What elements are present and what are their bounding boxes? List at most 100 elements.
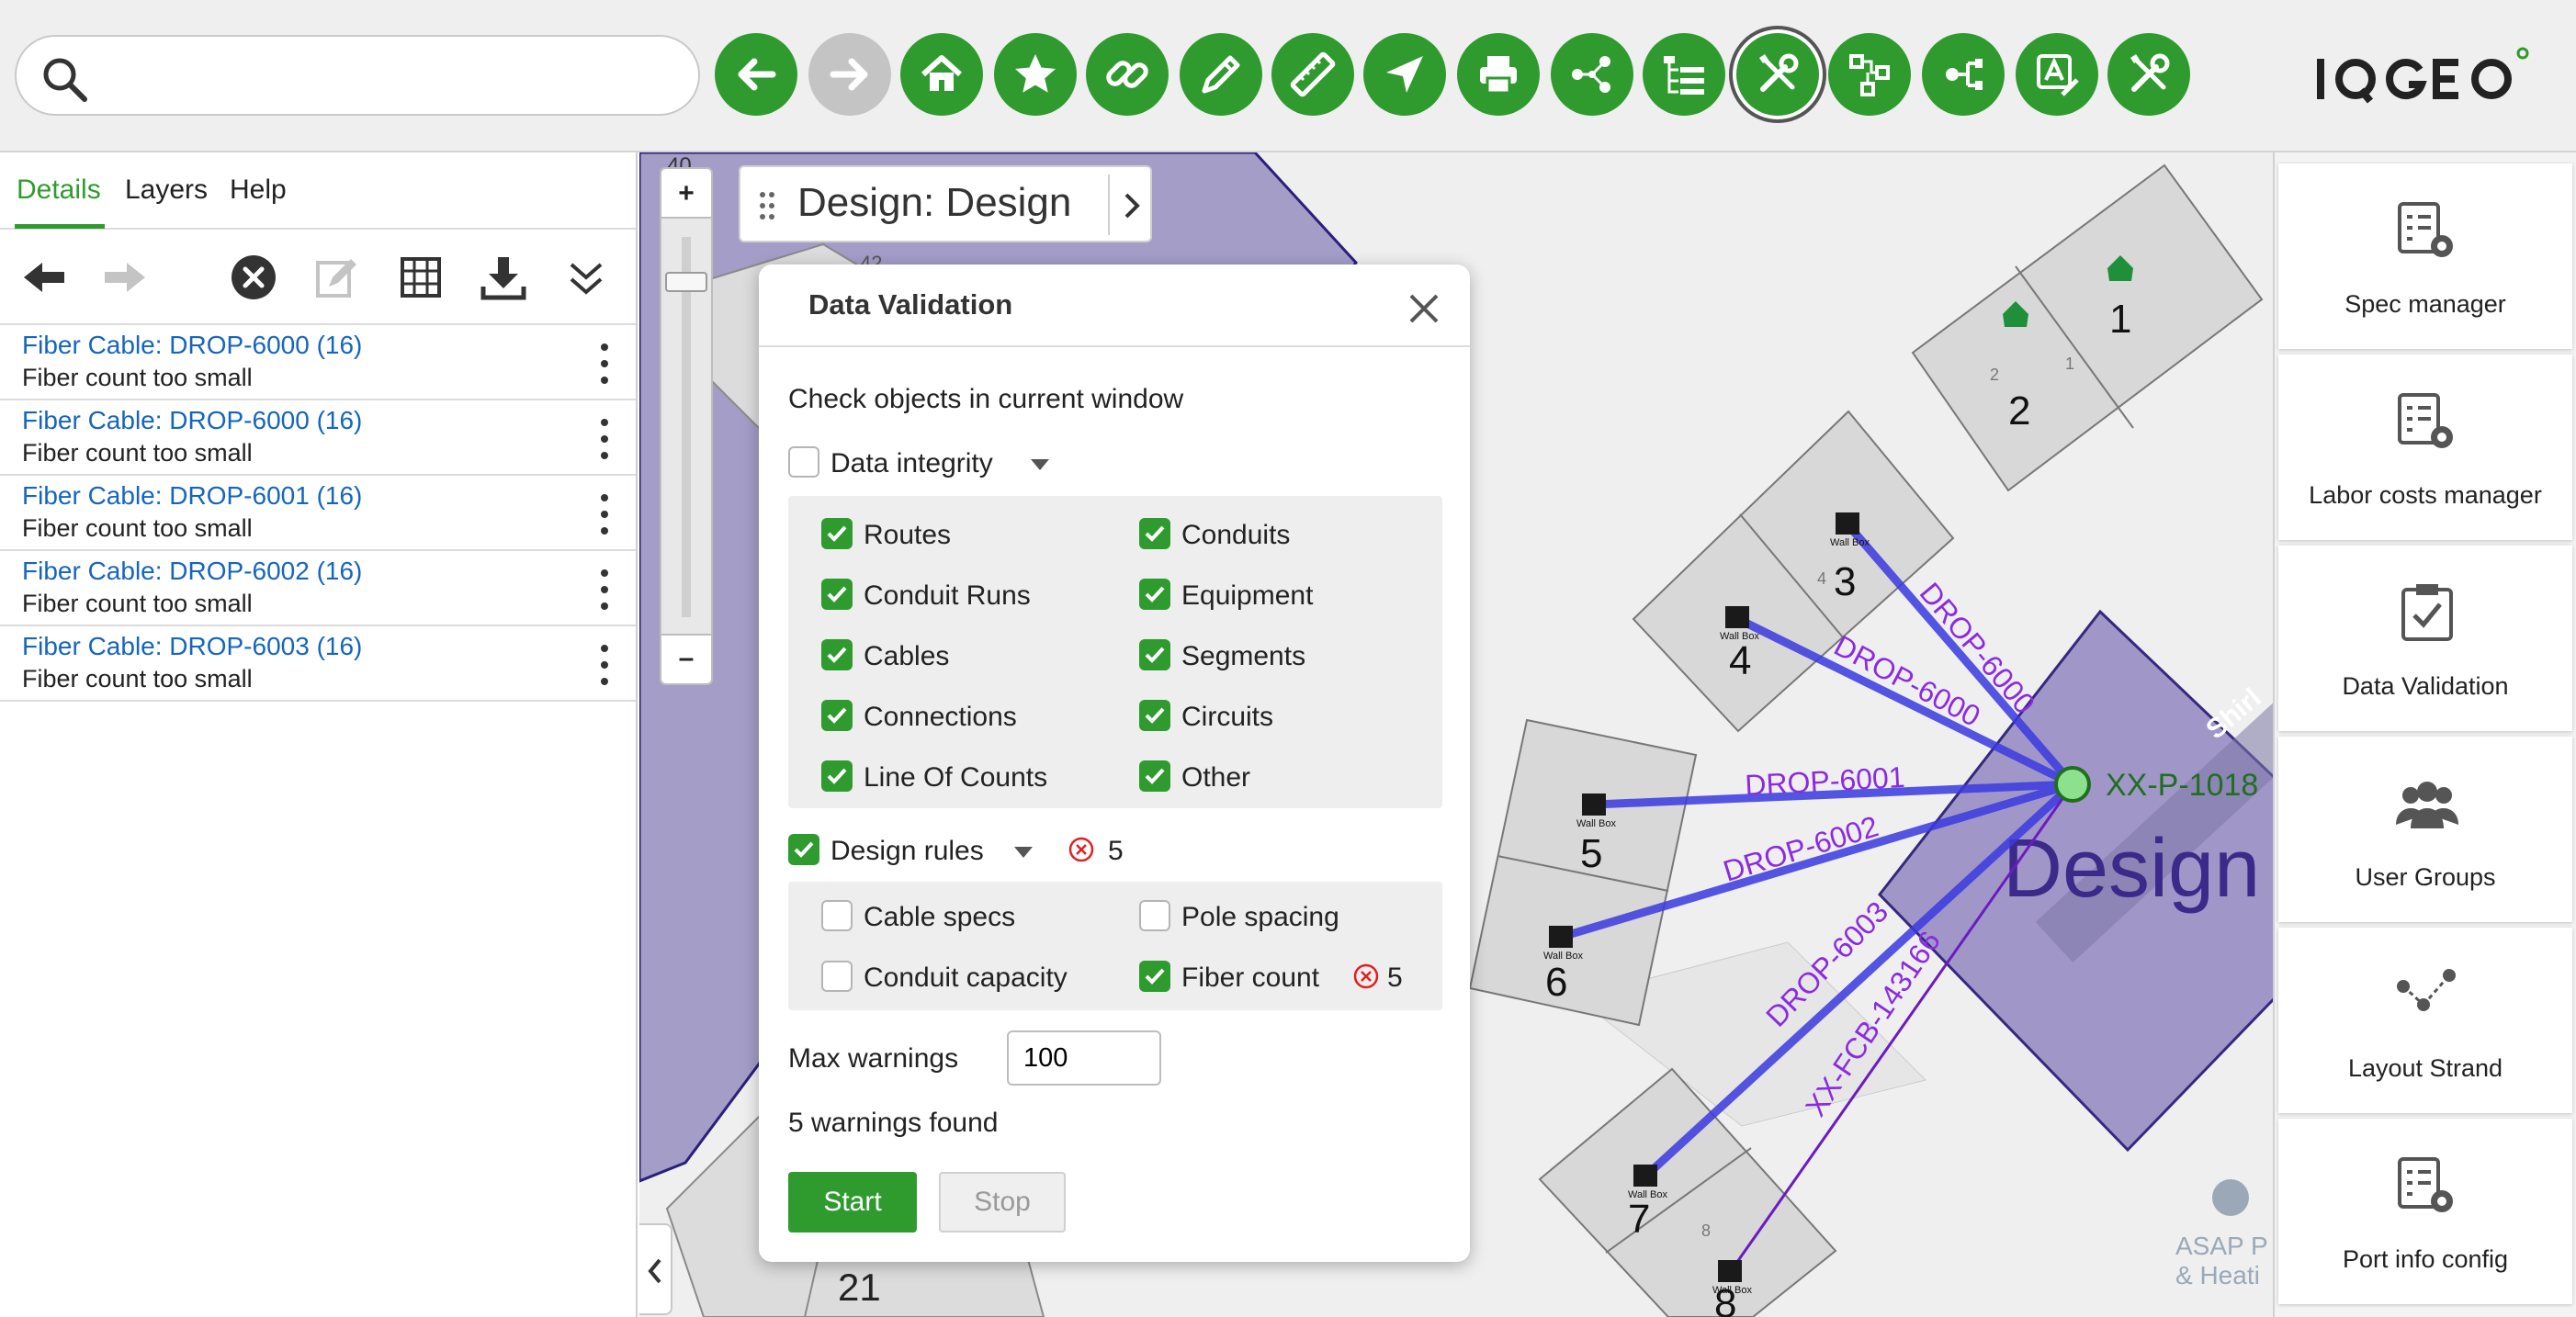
- other-checkbox[interactable]: [1139, 760, 1170, 792]
- port-info-config-card[interactable]: Port info config: [2278, 1119, 2572, 1304]
- cables-checkbox[interactable]: [821, 639, 853, 670]
- kebab-menu-icon[interactable]: [588, 566, 621, 613]
- zoom-slider-thumb[interactable]: [665, 272, 707, 292]
- data-validation-label: Data Validation: [2342, 672, 2509, 700]
- tree-button[interactable]: [1643, 33, 1725, 116]
- validation-check-icon: [2401, 584, 2453, 641]
- arrow-right-icon[interactable]: [101, 253, 149, 301]
- max-warnings-input[interactable]: [1007, 1030, 1161, 1086]
- line-of-counts-checkbox[interactable]: [821, 760, 853, 792]
- routes-checkbox[interactable]: [821, 518, 853, 549]
- map-label-3: 3: [1834, 559, 1856, 604]
- kebab-menu-icon[interactable]: [588, 641, 621, 689]
- annotate-button[interactable]: [2016, 33, 2098, 116]
- other-label: Other: [1181, 762, 1251, 793]
- layout-strand-card[interactable]: Layout Strand: [2278, 928, 2572, 1113]
- start-button[interactable]: Start: [788, 1172, 917, 1233]
- share-button[interactable]: [1551, 33, 1633, 116]
- zoom-out-button[interactable]: –: [661, 634, 711, 683]
- labor-costs-manager-card[interactable]: Labor costs manager: [2278, 355, 2572, 540]
- bookmarks-button[interactable]: [994, 33, 1077, 116]
- result-title[interactable]: Fiber Cable: DROP-6003 (16): [22, 632, 362, 661]
- kebab-menu-icon[interactable]: [588, 340, 621, 388]
- home-button[interactable]: [900, 33, 983, 116]
- arrow-left-icon[interactable]: [20, 253, 68, 301]
- connections-label: Connections: [864, 702, 1017, 732]
- print-button[interactable]: [1457, 33, 1540, 116]
- zoom-in-button[interactable]: +: [661, 169, 711, 219]
- edit-icon[interactable]: [312, 253, 360, 301]
- map-label-7: 7: [1628, 1197, 1650, 1242]
- caret-down-icon[interactable]: [1029, 457, 1051, 472]
- download-icon[interactable]: [480, 253, 527, 301]
- circuits-checkbox[interactable]: [1139, 700, 1170, 731]
- pole-spacing-checkbox[interactable]: [1139, 900, 1170, 931]
- segments-checkbox[interactable]: [1139, 639, 1170, 670]
- fiber-count-label: Fiber count: [1181, 962, 1320, 993]
- network-button[interactable]: [1828, 33, 1911, 116]
- kebab-menu-icon[interactable]: [588, 415, 621, 463]
- zoom-slider-track[interactable]: [682, 237, 691, 617]
- wallbox-label: Wall Box: [1576, 818, 1616, 829]
- conduits-checkbox[interactable]: [1139, 518, 1170, 549]
- edit-button[interactable]: [1180, 33, 1262, 116]
- result-row[interactable]: Fiber Cable: DROP-6000 (16) Fiber count t…: [0, 400, 636, 476]
- equipment-checkbox[interactable]: [1139, 579, 1170, 610]
- search-box[interactable]: [15, 35, 700, 116]
- conduit-capacity-checkbox[interactable]: [821, 961, 853, 992]
- conduit-runs-label: Conduit Runs: [864, 580, 1031, 611]
- wallbox-label: Wall Box: [1543, 951, 1583, 962]
- tab-layers[interactable]: Layers: [125, 174, 208, 206]
- connections-checkbox[interactable]: [821, 700, 853, 731]
- go-to-button[interactable]: [1363, 33, 1446, 116]
- spec-manager-card[interactable]: Spec manager: [2278, 163, 2572, 349]
- tools-2-button[interactable]: [2107, 33, 2190, 116]
- result-row[interactable]: Fiber Cable: DROP-6002 (16) Fiber count t…: [0, 551, 636, 626]
- design-rules-checkbox[interactable]: [788, 834, 819, 865]
- result-title[interactable]: Fiber Cable: DROP-6002 (16): [22, 557, 362, 586]
- close-icon[interactable]: [1404, 288, 1444, 329]
- forward-button[interactable]: [808, 33, 891, 116]
- search-input[interactable]: [105, 51, 674, 101]
- clear-results-icon[interactable]: [230, 253, 277, 301]
- kebab-menu-icon[interactable]: [588, 490, 621, 538]
- fiber-count-checkbox[interactable]: [1139, 961, 1170, 992]
- pole-marker[interactable]: [2054, 766, 2091, 803]
- wallbox-label: Wall Box: [1712, 1285, 1752, 1296]
- drag-handle-icon[interactable]: [759, 191, 775, 220]
- caret-down-icon[interactable]: [1012, 845, 1034, 860]
- active-tab-indicator: [15, 224, 105, 229]
- poi-marker[interactable]: [2212, 1179, 2249, 1216]
- tree-icon: [1664, 56, 1704, 95]
- cable-specs-checkbox[interactable]: [821, 900, 853, 931]
- data-integrity-checkbox[interactable]: [788, 446, 819, 478]
- map-label-sub-4: 4: [1817, 569, 1826, 588]
- back-button[interactable]: [715, 33, 797, 116]
- link-button[interactable]: [1086, 33, 1169, 116]
- conduit-runs-checkbox[interactable]: [821, 579, 853, 610]
- tab-help[interactable]: Help: [230, 174, 287, 206]
- chevron-double-down-icon[interactable]: [562, 253, 610, 301]
- chevron-right-icon[interactable]: [1119, 189, 1145, 222]
- measure-button[interactable]: [1271, 33, 1354, 116]
- tools-button[interactable]: [1736, 33, 1819, 116]
- map-label-5: 5: [1580, 831, 1602, 876]
- result-row[interactable]: Fiber Cable: DROP-6001 (16) Fiber count t…: [0, 476, 636, 551]
- data-validation-card[interactable]: Data Validation: [2278, 546, 2572, 731]
- stop-button[interactable]: Stop: [939, 1172, 1066, 1233]
- result-title[interactable]: Fiber Cable: DROP-6000 (16): [22, 331, 362, 360]
- chip-divider: [1108, 174, 1110, 235]
- user-groups-card[interactable]: User Groups: [2278, 737, 2572, 922]
- result-subtitle: Fiber count too small: [22, 665, 253, 692]
- collapse-panel-button[interactable]: [639, 1223, 672, 1315]
- result-row[interactable]: Fiber Cable: DROP-6000 (16) Fiber count t…: [0, 325, 636, 400]
- result-title[interactable]: Fiber Cable: DROP-6000 (16): [22, 406, 362, 435]
- details-toolbar: [0, 230, 636, 325]
- table-icon[interactable]: [397, 253, 445, 301]
- navigate-icon: [1386, 56, 1423, 93]
- design-chip[interactable]: Design: Design: [739, 165, 1152, 242]
- result-row[interactable]: Fiber Cable: DROP-6003 (16) Fiber count t…: [0, 626, 636, 702]
- connectors-button[interactable]: [1922, 33, 2005, 116]
- result-title[interactable]: Fiber Cable: DROP-6001 (16): [22, 481, 362, 511]
- tab-details[interactable]: Details: [17, 174, 101, 206]
